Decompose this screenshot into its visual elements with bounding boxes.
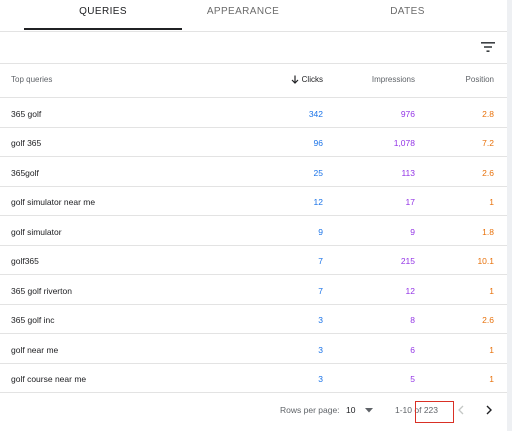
chevron-left-icon[interactable] — [458, 405, 464, 415]
row-position: 1.8 — [482, 227, 494, 237]
row-impressions: 9 — [410, 227, 415, 237]
rows-per-page-value: 10 — [346, 405, 356, 415]
row-clicks: 3 — [318, 374, 323, 384]
window-edge — [507, 0, 512, 431]
row-clicks: 12 — [313, 197, 323, 207]
table-row[interactable]: golf course near me 3 5 1 — [0, 363, 507, 393]
row-query: 365 golf riverton — [11, 286, 72, 296]
row-position: 2.6 — [482, 315, 494, 325]
row-impressions: 113 — [401, 168, 415, 178]
row-clicks: 25 — [313, 168, 323, 178]
table-row[interactable]: 365 golf inc 3 8 2.6 — [0, 304, 507, 334]
row-impressions: 215 — [400, 256, 415, 266]
rows-per-page-label: Rows per page: — [280, 405, 340, 415]
rows-per-page-select[interactable]: 10 — [346, 405, 374, 415]
row-clicks: 3 — [318, 315, 323, 325]
row-impressions: 12 — [405, 286, 415, 296]
row-position: 1 — [489, 197, 494, 207]
row-query: golf simulator near me — [11, 197, 96, 207]
row-position: 1 — [489, 286, 494, 296]
row-position: 1 — [489, 345, 494, 355]
row-query: golf course near me — [11, 374, 87, 384]
column-header-position[interactable]: Position — [466, 75, 494, 84]
chevron-right-icon[interactable] — [486, 405, 492, 415]
row-clicks: 342 — [308, 109, 323, 119]
row-impressions: 5 — [410, 374, 415, 384]
row-clicks: 7 — [318, 256, 323, 266]
filter-icon[interactable] — [481, 41, 495, 53]
row-query: golf 365 — [11, 138, 42, 148]
row-impressions: 976 — [400, 109, 415, 119]
table-row[interactable]: 365golf 25 113 2.6 — [0, 157, 507, 187]
row-impressions: 8 — [410, 315, 415, 325]
row-clicks: 96 — [313, 138, 323, 148]
column-header-impressions[interactable]: Impressions — [372, 75, 415, 84]
column-header-query[interactable]: Top queries — [11, 75, 52, 84]
row-query: golf simulator — [11, 227, 62, 237]
row-query: 365golf — [11, 168, 39, 178]
column-header-clicks-label: Clicks — [301, 75, 323, 84]
dropdown-arrow-icon — [365, 407, 374, 412]
row-query: 365 golf inc — [11, 315, 55, 325]
table-row[interactable]: 365 golf riverton 7 12 1 — [0, 275, 507, 305]
table-row[interactable]: 365 golf 342 976 2.8 — [0, 98, 507, 128]
table-row[interactable]: golf365 7 215 10.1 — [0, 245, 507, 275]
row-query: golf near me — [11, 345, 59, 355]
table-row[interactable]: golf near me 3 6 1 — [0, 334, 507, 364]
row-clicks: 3 — [318, 345, 323, 355]
row-position: 1 — [489, 374, 494, 384]
row-query: 365 golf — [11, 109, 42, 119]
table-row[interactable]: golf simulator near me 12 17 1 — [0, 186, 507, 216]
row-clicks: 7 — [318, 286, 323, 296]
row-clicks: 9 — [318, 227, 323, 237]
active-tab-indicator — [24, 28, 182, 30]
arrow-down-icon — [291, 75, 299, 84]
row-query: golf365 — [11, 256, 39, 266]
tab-dates[interactable]: DATES — [330, 6, 485, 17]
row-impressions: 1,078 — [393, 138, 415, 148]
row-position: 2.6 — [482, 168, 494, 178]
tab-bar: QUERIES APPEARANCE DATES — [0, 0, 507, 32]
tab-queries[interactable]: QUERIES — [24, 6, 182, 17]
table-row[interactable]: golf simulator 9 9 1.8 — [0, 216, 507, 246]
table-header: Top queries Clicks Impressions Position — [0, 63, 507, 98]
row-position: 10.1 — [477, 256, 494, 266]
row-impressions: 6 — [410, 345, 415, 355]
filter-toolbar — [0, 31, 507, 64]
tab-appearance[interactable]: APPEARANCE — [182, 6, 304, 17]
row-position: 7.2 — [482, 138, 494, 148]
column-header-clicks[interactable]: Clicks — [291, 75, 323, 84]
highlight-annotation — [415, 401, 454, 423]
row-impressions: 17 — [405, 197, 415, 207]
row-position: 2.8 — [482, 109, 494, 119]
table-row[interactable]: golf 365 96 1,078 7.2 — [0, 127, 507, 157]
